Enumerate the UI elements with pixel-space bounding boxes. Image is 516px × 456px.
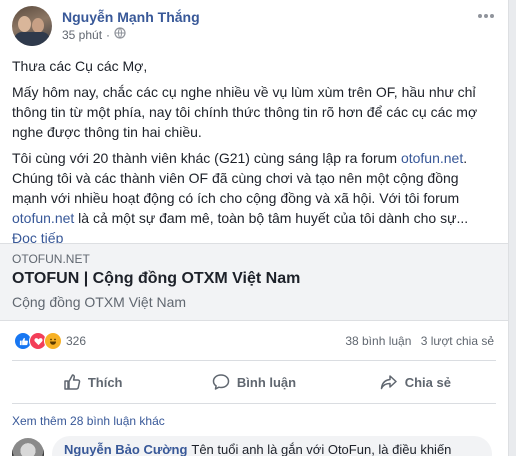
commenter-name[interactable]: Nguyễn Bảo Cường (64, 442, 187, 456)
comment-bubble: Nguyễn Bảo Cường Tên tuổi anh là gắn với … (52, 436, 492, 456)
haha-icon (44, 332, 62, 350)
post-paragraph: Mấy hôm nay, chắc các cụ nghe nhiều về v… (12, 84, 478, 140)
link-description: Cộng đồng OTXM Việt Nam (12, 294, 187, 310)
author-avatar[interactable] (12, 6, 52, 46)
engagement-counts: 38 bình luận 3 lượt chia sẻ (339, 334, 494, 348)
post-meta: 35 phút · (62, 27, 126, 42)
post-time[interactable]: 35 phút (62, 28, 102, 42)
link-preview-card[interactable]: OTOFUN.NET OTOFUN | Cộng đồng OTXM Việt … (0, 243, 508, 321)
view-more-comments-link[interactable]: Xem thêm 28 bình luận khác (12, 414, 165, 428)
reactions-summary: 326 38 bình luận 3 lượt chia sẻ (0, 326, 508, 356)
comment-button[interactable]: Bình luận (173, 361, 334, 403)
link-domain: OTOFUN.NET (12, 252, 90, 266)
comment-label: Bình luận (236, 374, 297, 390)
avatar-face-right (32, 18, 44, 33)
reaction-icons[interactable] (14, 332, 62, 350)
otofun-link[interactable]: otofun.net (401, 150, 463, 166)
post-action-bar: Thích Bình luận Chia sẻ (12, 360, 496, 404)
thumbs-up-icon (64, 374, 81, 390)
globe-icon (114, 27, 126, 42)
like-label: Thích (87, 374, 123, 390)
more-horizontal-icon[interactable] (476, 8, 496, 24)
comment-text: Tên tuổi anh là gắn với OtoFun, là điều … (191, 442, 452, 456)
like-button[interactable]: Thích (12, 361, 173, 403)
share-label: Chia sẻ (404, 374, 451, 390)
post-header: Nguyễn Mạnh Thắng 35 phút · (0, 0, 508, 48)
paragraph-text: Tôi cùng với 20 thành viên khác (G21) cù… (12, 150, 401, 166)
share-button[interactable]: Chia sẻ (335, 361, 496, 403)
meta-separator: · (106, 27, 111, 42)
avatar-face-left (18, 16, 31, 32)
post-paragraph: Tôi cùng với 20 thành viên khác (G21) cù… (12, 148, 496, 228)
paragraph-text: là cả một sự đam mê, toàn bộ tâm huyết c… (74, 210, 469, 226)
otofun-link[interactable]: otofun.net (12, 210, 74, 226)
commenter-avatar[interactable] (12, 438, 44, 456)
post-card: Nguyễn Mạnh Thắng 35 phút · Thưa các Cụ … (0, 0, 509, 456)
comment-item: Nguyễn Bảo Cường Tên tuổi anh là gắn với … (12, 436, 496, 456)
comment-count[interactable]: 38 bình luận (345, 334, 411, 348)
link-title[interactable]: OTOFUN | Cộng đồng OTXM Việt Nam (12, 270, 300, 288)
avatar-clothing (14, 32, 50, 46)
share-arrow-icon (380, 375, 397, 390)
share-count[interactable]: 3 lượt chia sẻ (421, 334, 494, 348)
comment-bubble-icon (212, 374, 230, 390)
reaction-count[interactable]: 326 (66, 334, 86, 348)
author-name[interactable]: Nguyễn Mạnh Thắng (62, 9, 200, 25)
post-paragraph: Thưa các Cụ các Mợ, (12, 58, 148, 74)
post-body: Thưa các Cụ các Mợ, Mấy hôm nay, chắc cá… (12, 56, 496, 248)
